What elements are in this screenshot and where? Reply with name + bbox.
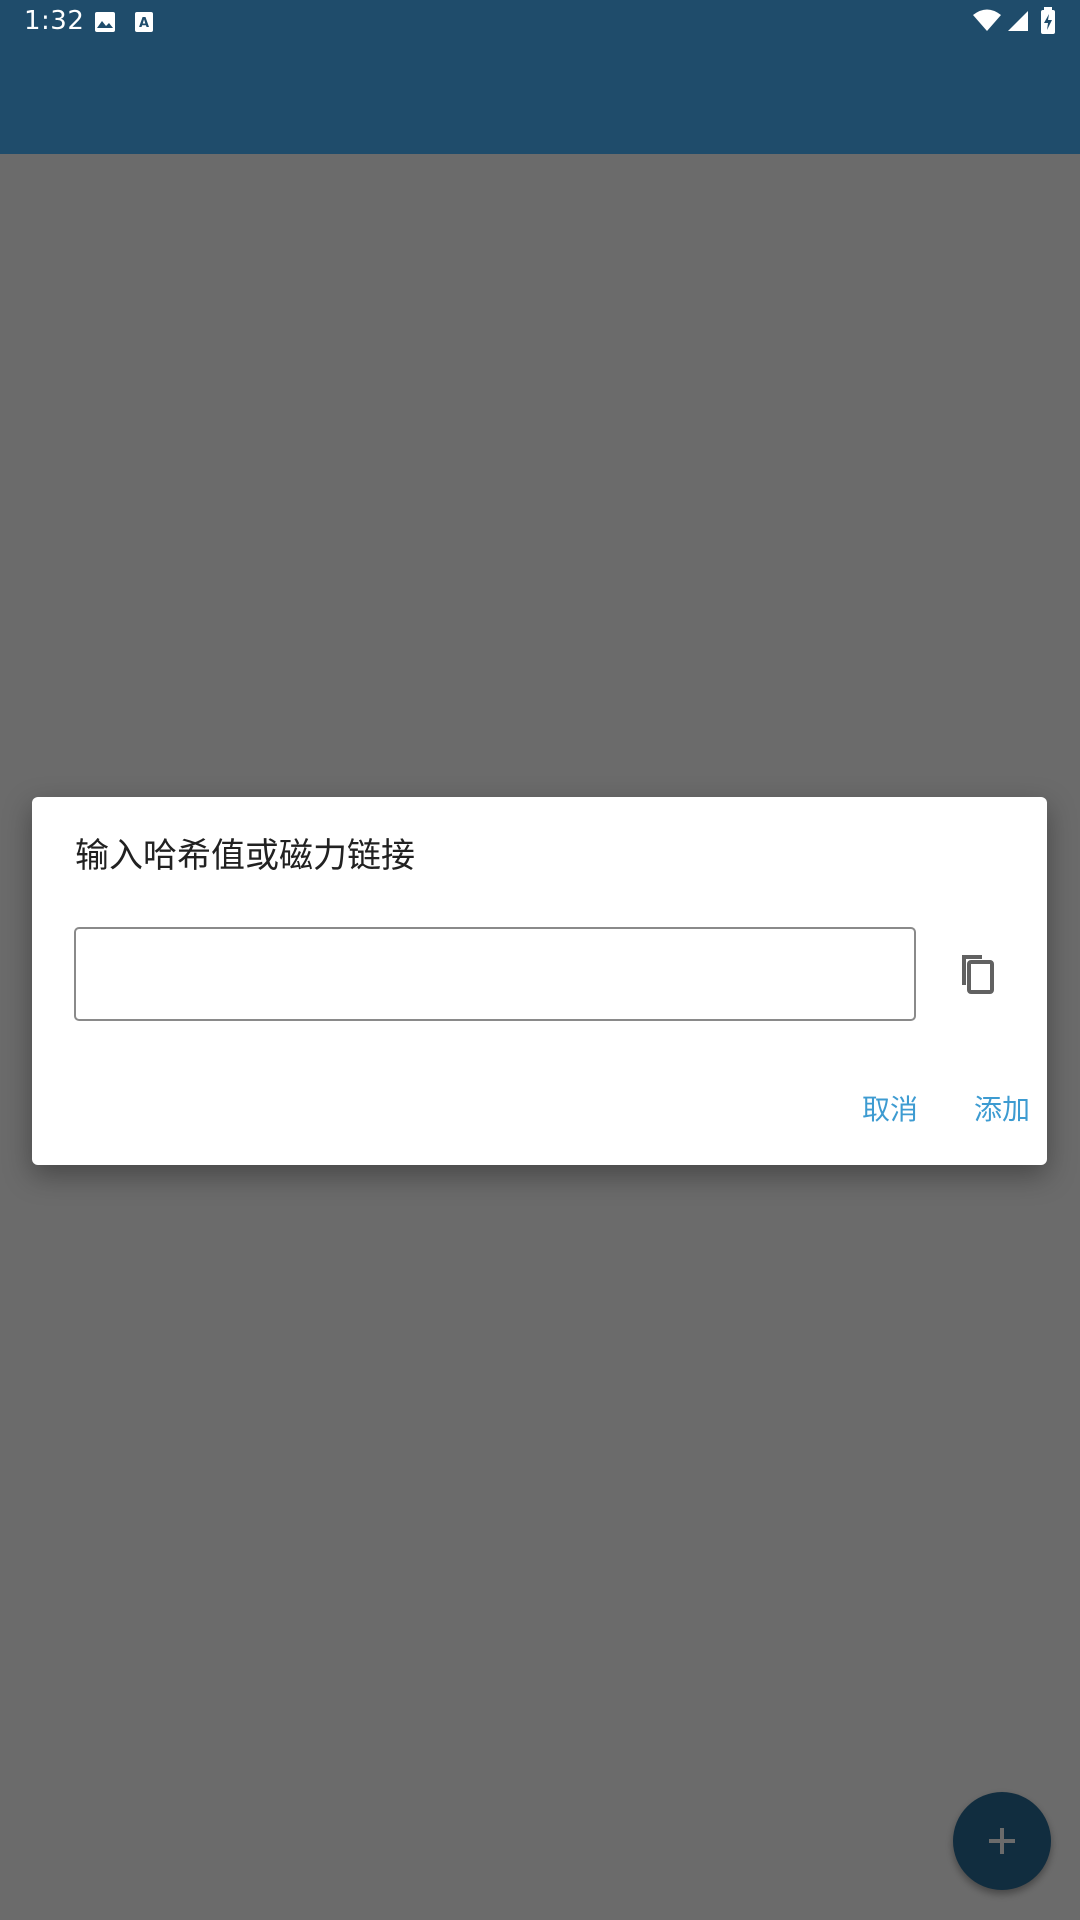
app-bar: [0, 44, 1080, 154]
content-copy-icon: [962, 955, 994, 994]
add-torrent-dialog: 输入哈希值或磁力链接 取消 添加: [32, 797, 1047, 1165]
status-time: 1:32: [24, 6, 85, 36]
battery-charging-icon: [1040, 7, 1056, 39]
cell-signal-icon: [1006, 9, 1030, 37]
status-bar: 1:32 A: [0, 0, 1080, 44]
hash-or-magnet-input[interactable]: [74, 927, 916, 1021]
svg-text:A: A: [139, 16, 149, 31]
dialog-title: 输入哈希值或磁力链接: [75, 836, 415, 876]
paste-button[interactable]: [940, 937, 1012, 1009]
font-icon: A: [134, 11, 154, 37]
cancel-button[interactable]: 取消: [852, 1082, 928, 1134]
image-icon: [94, 11, 116, 37]
wifi-icon: [972, 9, 1002, 37]
add-button[interactable]: 添加: [964, 1082, 1040, 1134]
screen: 1:32 A 输入哈希值或磁力链接 取消 添加: [0, 0, 1080, 1920]
